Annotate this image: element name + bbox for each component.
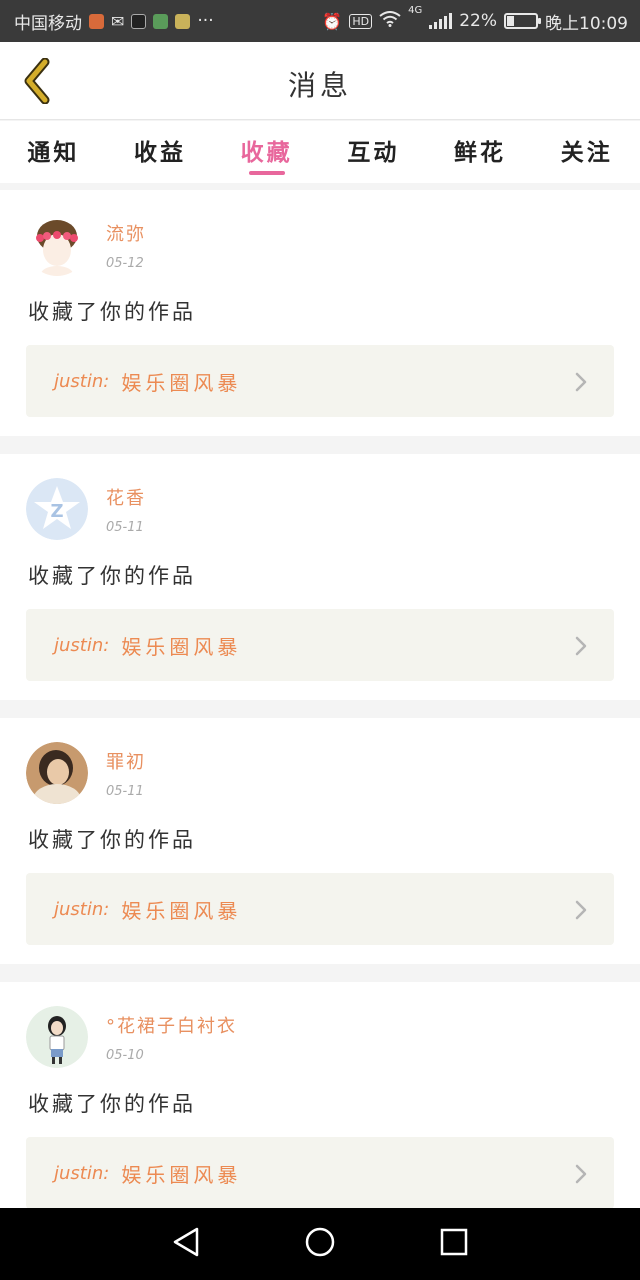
tab-notifications[interactable]: 通知 [0, 121, 107, 183]
signal-icon [429, 13, 453, 29]
action-text: 收藏了你的作品 [28, 828, 196, 852]
action-text: 收藏了你的作品 [28, 1092, 196, 1116]
page-title: 消息 [287, 69, 352, 102]
wifi-icon [379, 11, 401, 31]
more-notifications-label: ··· [197, 11, 214, 31]
circle-home-icon [305, 1227, 335, 1257]
work-link[interactable]: justin: 娱乐圈风暴 [26, 873, 614, 945]
alarm-icon: ⏰ [322, 11, 343, 31]
app-notification-icon [153, 13, 169, 29]
nav-home-button[interactable] [304, 1226, 336, 1262]
favorite-notification-card: °花裙子白衬衣 05-10 收藏了你的作品 justin: 娱乐圈风暴 [0, 982, 640, 1228]
work-title: 娱乐圈风暴 [121, 634, 242, 659]
notification-date: 05-10 [106, 1048, 144, 1063]
work-author: justin: [54, 370, 110, 392]
clock-label: 晚上10:09 [545, 13, 628, 34]
action-text: 收藏了你的作品 [28, 300, 196, 324]
tab-interactions[interactable]: 互动 [320, 121, 427, 183]
user-avatar[interactable] [26, 214, 88, 276]
work-link[interactable]: justin: 娱乐圈风暴 [26, 345, 614, 417]
user-avatar[interactable]: Z [26, 478, 88, 540]
tab-bar: 通知 收益 收藏 互动 鲜花 关注 [0, 121, 640, 183]
user-avatar[interactable] [26, 1006, 88, 1068]
user-avatar[interactable] [26, 742, 88, 804]
notification-date: 05-11 [106, 784, 144, 799]
favorite-notification-card: 流弥 05-12 收藏了你的作品 justin: 娱乐圈风暴 [0, 190, 640, 436]
app-header: 消息 [0, 42, 640, 120]
hd-icon: HD [349, 13, 373, 29]
username[interactable]: 罪初 [106, 748, 146, 774]
chevron-right-icon [575, 372, 587, 392]
username[interactable]: 花香 [106, 484, 146, 510]
favorite-notification-card: Z 花香 05-11 收藏了你的作品 justin: 娱乐圈风暴 [0, 454, 640, 700]
work-author: justin: [54, 898, 110, 920]
username[interactable]: °花裙子白衬衣 [106, 1012, 237, 1038]
square-recents-icon [440, 1228, 467, 1256]
app-notification-icon [175, 13, 191, 29]
status-bar: 中国移动 ✉ ··· ⏰ HD 4G 22% 晚上10:09 [0, 0, 640, 42]
wechat-icon: ✉ [111, 11, 125, 31]
tab-following[interactable]: 关注 [533, 121, 640, 183]
chevron-right-icon [575, 900, 587, 920]
nav-back-button[interactable] [171, 1226, 201, 1262]
battery-percent-label: 22% [459, 11, 497, 31]
chevron-right-icon [575, 636, 587, 656]
work-link[interactable]: justin: 娱乐圈风暴 [26, 1137, 614, 1209]
chevron-right-icon [575, 1164, 587, 1184]
tab-favorites[interactable]: 收藏 [213, 121, 320, 183]
triangle-back-icon [174, 1227, 199, 1257]
work-author: justin: [54, 1162, 110, 1184]
tab-flowers[interactable]: 鲜花 [427, 121, 534, 183]
svg-text:Z: Z [50, 501, 63, 522]
battery-icon [504, 13, 541, 29]
work-link[interactable]: justin: 娱乐圈风暴 [26, 609, 614, 681]
network-type-label: 4G [408, 4, 423, 16]
carrier-label: 中国移动 [14, 13, 82, 34]
system-navigation-bar [0, 1208, 640, 1280]
favorite-notification-card: 罪初 05-11 收藏了你的作品 justin: 娱乐圈风暴 [0, 718, 640, 964]
work-title: 娱乐圈风暴 [121, 370, 242, 395]
work-title: 娱乐圈风暴 [121, 1162, 242, 1187]
notification-date: 05-12 [106, 256, 144, 271]
work-author: justin: [54, 634, 110, 656]
favorites-list: 流弥 05-12 收藏了你的作品 justin: 娱乐圈风暴 Z 花香 05-1… [0, 190, 640, 1246]
tiktok-icon [131, 13, 147, 29]
action-text: 收藏了你的作品 [28, 564, 196, 588]
tab-earnings[interactable]: 收益 [107, 121, 214, 183]
nav-recents-button[interactable] [439, 1227, 469, 1261]
notification-date: 05-11 [106, 520, 144, 535]
username[interactable]: 流弥 [106, 220, 146, 246]
app-notification-icon [89, 13, 104, 29]
work-title: 娱乐圈风暴 [121, 898, 242, 923]
